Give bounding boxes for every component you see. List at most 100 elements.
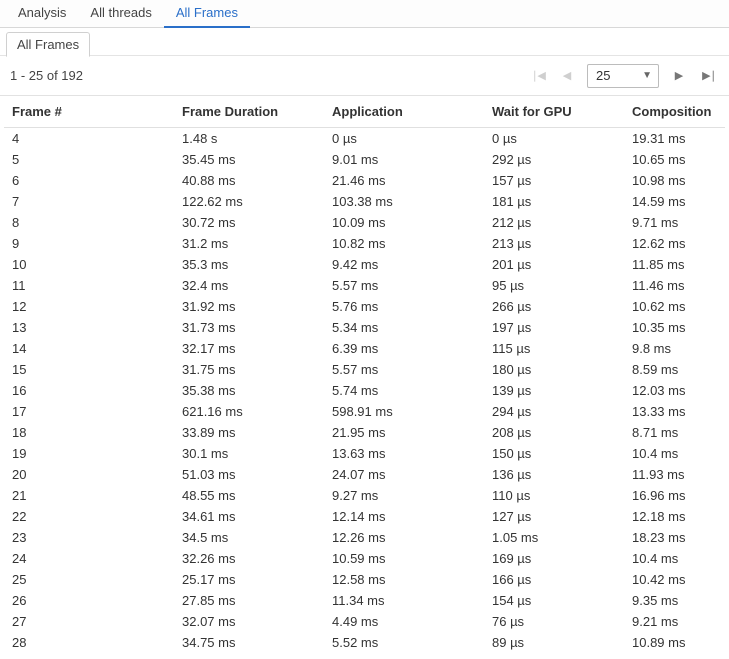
- cell-application: 103.38 ms: [324, 191, 484, 212]
- cell-composition: 10.98 ms: [624, 170, 725, 191]
- cell-application: 24.07 ms: [324, 464, 484, 485]
- cell-frame: 25: [4, 569, 174, 590]
- cell-application: 21.95 ms: [324, 422, 484, 443]
- cell-wait-gpu: 154 µs: [484, 590, 624, 611]
- frames-table-header-row: Frame # Frame Duration Application Wait …: [4, 96, 725, 128]
- cell-duration: 48.55 ms: [174, 485, 324, 506]
- cell-wait-gpu: 89 µs: [484, 632, 624, 653]
- view-tab[interactable]: All Frames: [164, 0, 250, 28]
- cell-duration: 30.72 ms: [174, 212, 324, 233]
- table-row[interactable]: 2732.07 ms4.49 ms76 µs9.21 ms: [4, 611, 725, 632]
- cell-frame: 12: [4, 296, 174, 317]
- cell-duration: 31.75 ms: [174, 359, 324, 380]
- pager-first-button[interactable]: [527, 66, 547, 86]
- table-row[interactable]: 2148.55 ms9.27 ms110 µs16.96 ms: [4, 485, 725, 506]
- table-row[interactable]: 41.48 s0 µs0 µs19.31 ms: [4, 128, 725, 150]
- subview-tab-label: All Frames: [17, 37, 79, 52]
- cell-frame: 6: [4, 170, 174, 191]
- cell-wait-gpu: 136 µs: [484, 464, 624, 485]
- profiler-panel: AnalysisAll threads All Frames All Frames…: [0, 0, 729, 659]
- cell-frame: 19: [4, 443, 174, 464]
- cell-composition: 10.62 ms: [624, 296, 725, 317]
- cell-composition: 9.71 ms: [624, 212, 725, 233]
- cell-frame: 11: [4, 275, 174, 296]
- cell-duration: 33.89 ms: [174, 422, 324, 443]
- cell-application: 5.76 ms: [324, 296, 484, 317]
- col-duration[interactable]: Frame Duration: [174, 96, 324, 128]
- cell-application: 12.58 ms: [324, 569, 484, 590]
- cell-application: 21.46 ms: [324, 170, 484, 191]
- view-tab[interactable]: All threads: [78, 0, 163, 28]
- cell-wait-gpu: 0 µs: [484, 128, 624, 150]
- cell-application: 9.27 ms: [324, 485, 484, 506]
- frames-table: Frame # Frame Duration Application Wait …: [4, 96, 725, 653]
- pager-last-button[interactable]: [699, 66, 719, 86]
- cell-wait-gpu: 150 µs: [484, 443, 624, 464]
- cell-composition: 13.33 ms: [624, 401, 725, 422]
- table-row[interactable]: 2051.03 ms24.07 ms136 µs11.93 ms: [4, 464, 725, 485]
- cell-application: 5.74 ms: [324, 380, 484, 401]
- cell-composition: 8.59 ms: [624, 359, 725, 380]
- cell-frame: 8: [4, 212, 174, 233]
- col-composition[interactable]: Composition: [624, 96, 725, 128]
- table-row[interactable]: 830.72 ms10.09 ms212 µs9.71 ms: [4, 212, 725, 233]
- table-row[interactable]: 1930.1 ms13.63 ms150 µs10.4 ms: [4, 443, 725, 464]
- cell-duration: 40.88 ms: [174, 170, 324, 191]
- cell-wait-gpu: 292 µs: [484, 149, 624, 170]
- cell-composition: 10.65 ms: [624, 149, 725, 170]
- table-row[interactable]: 2234.61 ms12.14 ms127 µs12.18 ms: [4, 506, 725, 527]
- table-row[interactable]: 931.2 ms10.82 ms213 µs12.62 ms: [4, 233, 725, 254]
- cell-duration: 35.38 ms: [174, 380, 324, 401]
- table-row[interactable]: 640.88 ms21.46 ms157 µs10.98 ms: [4, 170, 725, 191]
- col-application[interactable]: Application: [324, 96, 484, 128]
- table-row[interactable]: 2432.26 ms10.59 ms169 µs10.4 ms: [4, 548, 725, 569]
- table-row[interactable]: 1432.17 ms6.39 ms115 µs9.8 ms: [4, 338, 725, 359]
- cell-duration: 31.92 ms: [174, 296, 324, 317]
- col-frame[interactable]: Frame #: [4, 96, 174, 128]
- cell-frame: 15: [4, 359, 174, 380]
- cell-composition: 18.23 ms: [624, 527, 725, 548]
- page-size-select[interactable]: 25 ▼: [587, 64, 659, 88]
- cell-frame: 22: [4, 506, 174, 527]
- cell-wait-gpu: 169 µs: [484, 548, 624, 569]
- cell-composition: 9.21 ms: [624, 611, 725, 632]
- cell-duration: 34.75 ms: [174, 632, 324, 653]
- table-row[interactable]: 1331.73 ms5.34 ms197 µs10.35 ms: [4, 317, 725, 338]
- table-row[interactable]: 2834.75 ms5.52 ms89 µs10.89 ms: [4, 632, 725, 653]
- cell-wait-gpu: 115 µs: [484, 338, 624, 359]
- cell-composition: 11.85 ms: [624, 254, 725, 275]
- table-row[interactable]: 1635.38 ms5.74 ms139 µs12.03 ms: [4, 380, 725, 401]
- table-row[interactable]: 535.45 ms9.01 ms292 µs10.65 ms: [4, 149, 725, 170]
- cell-duration: 32.07 ms: [174, 611, 324, 632]
- pager-next-button[interactable]: [669, 66, 689, 86]
- view-tab[interactable]: Analysis: [6, 0, 78, 28]
- cell-frame: 21: [4, 485, 174, 506]
- cell-duration: 32.26 ms: [174, 548, 324, 569]
- cell-wait-gpu: 294 µs: [484, 401, 624, 422]
- cell-composition: 9.8 ms: [624, 338, 725, 359]
- cell-application: 5.57 ms: [324, 359, 484, 380]
- cell-composition: 11.93 ms: [624, 464, 725, 485]
- table-row[interactable]: 2627.85 ms11.34 ms154 µs9.35 ms: [4, 590, 725, 611]
- cell-composition: 11.46 ms: [624, 275, 725, 296]
- col-wait-gpu[interactable]: Wait for GPU: [484, 96, 624, 128]
- table-row[interactable]: 1833.89 ms21.95 ms208 µs8.71 ms: [4, 422, 725, 443]
- cell-frame: 4: [4, 128, 174, 150]
- cell-wait-gpu: 213 µs: [484, 233, 624, 254]
- table-row[interactable]: 1035.3 ms9.42 ms201 µs11.85 ms: [4, 254, 725, 275]
- view-tab-label: All Frames: [176, 5, 238, 20]
- table-row[interactable]: 1531.75 ms5.57 ms180 µs8.59 ms: [4, 359, 725, 380]
- table-row[interactable]: 2334.5 ms12.26 ms1.05 ms18.23 ms: [4, 527, 725, 548]
- table-row[interactable]: 17621.16 ms598.91 ms294 µs13.33 ms: [4, 401, 725, 422]
- subview-tab[interactable]: All Frames: [6, 32, 90, 57]
- cell-composition: 12.62 ms: [624, 233, 725, 254]
- cell-wait-gpu: 127 µs: [484, 506, 624, 527]
- table-row[interactable]: 1231.92 ms5.76 ms266 µs10.62 ms: [4, 296, 725, 317]
- table-row[interactable]: 1132.4 ms5.57 ms95 µs11.46 ms: [4, 275, 725, 296]
- cell-frame: 7: [4, 191, 174, 212]
- pager-prev-button[interactable]: [557, 66, 577, 86]
- frames-table-wrap: Frame # Frame Duration Application Wait …: [0, 96, 729, 659]
- table-row[interactable]: 7122.62 ms103.38 ms181 µs14.59 ms: [4, 191, 725, 212]
- pager-range-label: 1 - 25 of 192: [10, 68, 83, 83]
- table-row[interactable]: 2525.17 ms12.58 ms166 µs10.42 ms: [4, 569, 725, 590]
